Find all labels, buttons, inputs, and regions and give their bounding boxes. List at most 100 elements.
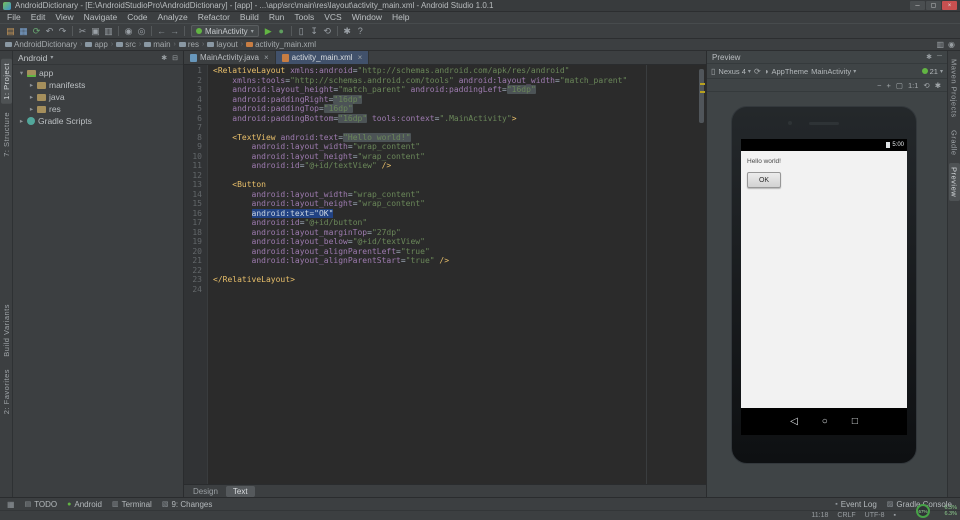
breadcrumb-item-activity-main-xml[interactable]: activity_main.xml bbox=[246, 40, 316, 49]
copy-icon[interactable]: ▣ bbox=[89, 25, 102, 38]
tree-item-gradle-scripts[interactable]: ▸ Gradle Scripts bbox=[13, 115, 183, 127]
sdk-manager-icon[interactable]: ↧ bbox=[308, 25, 321, 38]
code-line[interactable]: android:paddingRight="16dp" bbox=[213, 94, 697, 105]
editor-scrollbar[interactable] bbox=[697, 65, 706, 484]
code-line[interactable]: android:layout_height="match_parent" and… bbox=[213, 85, 697, 95]
recents-icon[interactable]: □ bbox=[852, 416, 858, 427]
replace-icon[interactable]: ◎ bbox=[135, 25, 148, 38]
activity-select[interactable]: MainActivity ▾ bbox=[811, 67, 856, 76]
collapse-all-icon[interactable]: ⊟ bbox=[172, 54, 178, 62]
toolwindow-tab-preview[interactable]: Preview bbox=[948, 163, 960, 202]
menu-navigate[interactable]: Navigate bbox=[79, 12, 123, 23]
breadcrumb-item-src[interactable]: src bbox=[116, 40, 136, 49]
code-area[interactable]: <RelativeLayout xmlns:android="http://sc… bbox=[208, 65, 697, 484]
tab-text[interactable]: Text bbox=[225, 485, 255, 497]
menu-help[interactable]: Help bbox=[387, 12, 414, 23]
breadcrumb-item-layout[interactable]: layout bbox=[207, 40, 238, 49]
gradle-sync-icon[interactable]: ⟲ bbox=[321, 25, 334, 38]
save-all-icon[interactable]: ▦ bbox=[17, 25, 30, 38]
code-line[interactable]: android:layout_alignParentLeft="true" bbox=[213, 247, 697, 257]
warning-stripe-mark[interactable] bbox=[700, 91, 705, 93]
back-icon[interactable]: ◁ bbox=[790, 416, 798, 427]
zoom-out-icon[interactable]: − bbox=[877, 81, 881, 90]
chevron-right-icon[interactable]: ▸ bbox=[27, 105, 36, 113]
home-icon[interactable]: ○ bbox=[822, 416, 828, 427]
toolwindow-switcher-icon[interactable]: ▦ bbox=[3, 500, 19, 509]
theme-select[interactable]: AppTheme bbox=[771, 67, 808, 76]
back-icon[interactable]: ← bbox=[155, 25, 168, 38]
code-line[interactable] bbox=[213, 171, 697, 181]
toolwindow-tab-maven-projects[interactable]: Maven Projects bbox=[949, 55, 960, 122]
menu-tools[interactable]: Tools bbox=[289, 12, 319, 23]
breadcrumb-item-app[interactable]: app bbox=[85, 40, 108, 49]
toolwindow-tab-android[interactable]: ● Android bbox=[62, 498, 107, 511]
menu-view[interactable]: View bbox=[50, 12, 78, 23]
orientation-icon[interactable]: ⟳ bbox=[754, 67, 761, 76]
status-item-crlf[interactable]: CRLF bbox=[837, 512, 855, 519]
code-line[interactable] bbox=[213, 266, 697, 276]
code-line[interactable]: <TextView android:text="Hello world!" bbox=[213, 132, 697, 143]
tree-item-manifests[interactable]: ▸ manifests bbox=[13, 79, 183, 91]
tab-design[interactable]: Design bbox=[186, 486, 225, 497]
scrollbar-thumb[interactable] bbox=[699, 69, 704, 123]
memory-gauge[interactable]: 67% bbox=[916, 504, 930, 518]
toolwindow-tab-9-changes[interactable]: ▧ 9: Changes bbox=[157, 498, 218, 511]
code-line[interactable]: <Button bbox=[213, 180, 697, 190]
menu-refactor[interactable]: Refactor bbox=[193, 12, 235, 23]
code-line[interactable]: android:text="OK" bbox=[213, 208, 697, 219]
refresh-icon[interactable]: ⟲ bbox=[923, 81, 929, 90]
toolwindow-tab-2-favorites[interactable]: 2: Favorites bbox=[1, 365, 12, 418]
chevron-right-icon[interactable]: ▸ bbox=[27, 81, 36, 89]
forward-icon[interactable]: → bbox=[168, 25, 181, 38]
theme-icon[interactable]: ◑ bbox=[764, 67, 769, 76]
toolwindow-tab-1-project[interactable]: 1: Project bbox=[0, 59, 12, 104]
code-line[interactable]: android:id="@+id/textView" /> bbox=[213, 161, 697, 171]
zoom-actual-icon[interactable]: 1:1 bbox=[908, 81, 918, 90]
ok-button[interactable]: OK bbox=[747, 172, 781, 188]
code-line[interactable]: android:layout_height="wrap_content" bbox=[213, 152, 697, 162]
undo-icon[interactable]: ↶ bbox=[43, 25, 56, 38]
editor-tab-activity-main-xml[interactable]: activity_main.xml × bbox=[275, 51, 370, 64]
code-line[interactable]: android:id="@+id/button" bbox=[213, 218, 697, 228]
menu-file[interactable]: File bbox=[2, 12, 26, 23]
android-monitor-icon[interactable]: ▥ bbox=[936, 40, 944, 49]
menu-analyze[interactable]: Analyze bbox=[153, 12, 193, 23]
run-config-select[interactable]: MainActivity ▾ bbox=[191, 25, 259, 37]
tree-item-app[interactable]: ▾ app bbox=[13, 67, 183, 79]
code-line[interactable]: android:paddingBottom="16dp" tools:conte… bbox=[213, 113, 697, 124]
cut-icon[interactable]: ✂ bbox=[76, 25, 89, 38]
toolwindow-tab-gradle[interactable]: Gradle bbox=[949, 126, 960, 160]
close-button[interactable]: × bbox=[942, 1, 957, 10]
code-line[interactable]: android:layout_below="@+id/textView" bbox=[213, 237, 697, 247]
toolwindow-tab-event-log[interactable]: ▪ Event Log bbox=[830, 498, 882, 511]
close-icon[interactable]: × bbox=[358, 53, 363, 62]
debug-icon[interactable]: ● bbox=[275, 25, 288, 38]
chevron-right-icon[interactable]: ▸ bbox=[17, 117, 26, 125]
search-everywhere-icon[interactable]: ◉ bbox=[948, 40, 955, 49]
help-icon[interactable]: ? bbox=[354, 25, 367, 38]
api-level-select[interactable]: 21 ▾ bbox=[921, 67, 943, 76]
render-settings-icon[interactable]: ✱ bbox=[935, 81, 941, 90]
zoom-in-icon[interactable]: + bbox=[886, 81, 890, 90]
close-icon[interactable]: × bbox=[264, 53, 269, 62]
menu-vcs[interactable]: VCS bbox=[319, 12, 346, 23]
menu-window[interactable]: Window bbox=[347, 12, 387, 23]
settings-icon[interactable]: ✱ bbox=[341, 25, 354, 38]
run-icon[interactable]: ▶ bbox=[262, 25, 275, 38]
chevron-down-icon[interactable]: ▾ bbox=[17, 69, 26, 77]
menu-run[interactable]: Run bbox=[264, 12, 290, 23]
zoom-fit-icon[interactable]: ▢ bbox=[896, 81, 903, 90]
breadcrumb-item-main[interactable]: main bbox=[144, 40, 171, 49]
code-line[interactable] bbox=[213, 123, 697, 133]
code-line[interactable]: android:paddingTop="16dp" bbox=[213, 104, 697, 114]
code-line[interactable]: xmlns:tools="http://schemas.android.com/… bbox=[213, 76, 697, 86]
chevron-right-icon[interactable]: ▸ bbox=[27, 93, 36, 101]
code-line[interactable]: <RelativeLayout xmlns:android="http://sc… bbox=[213, 66, 697, 76]
code-line[interactable]: android:layout_height="wrap_content" bbox=[213, 199, 697, 209]
tree-item-res[interactable]: ▸ res bbox=[13, 103, 183, 115]
code-line[interactable]: android:layout_width="wrap_content" bbox=[213, 190, 697, 200]
sync-icon[interactable]: ⟳ bbox=[30, 25, 43, 38]
gear-icon[interactable]: ✱ bbox=[161, 54, 167, 62]
minimize-button[interactable]: ─ bbox=[910, 1, 925, 10]
device-select[interactable]: Nexus 4 ▾ bbox=[718, 67, 751, 76]
